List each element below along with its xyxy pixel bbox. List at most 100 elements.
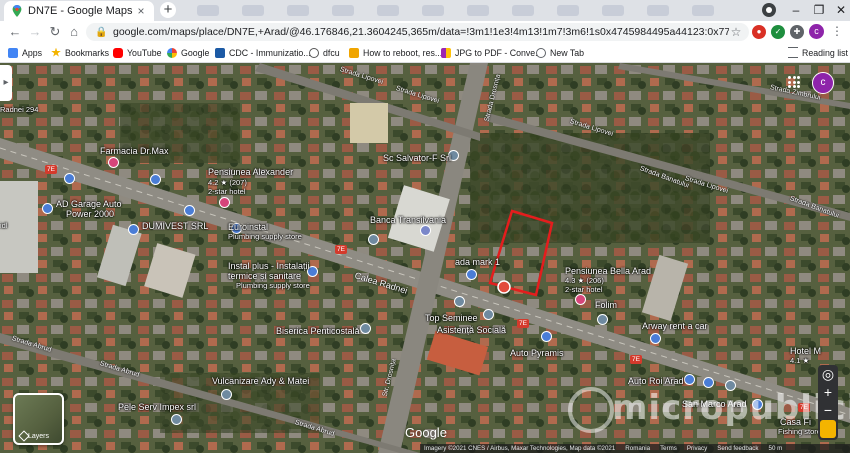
pegman-icon[interactable] [820, 420, 836, 438]
bookmark-jpg-to-pdf[interactable]: JPG to PDF - Conve... [441, 46, 543, 59]
place-pin-icon[interactable] [150, 174, 161, 185]
layers-button[interactable]: Layers [13, 393, 64, 445]
place-pin-icon[interactable] [42, 203, 53, 214]
place-label[interactable]: DUMIVEST SRL [142, 221, 208, 231]
privacy-link[interactable]: Privacy [687, 444, 707, 453]
browser-menu-icon[interactable]: ⋮ [831, 24, 843, 39]
place-pin-icon[interactable] [64, 173, 75, 184]
tab-favicon[interactable] [557, 5, 579, 16]
place-label[interactable]: Radnei 294 [0, 105, 38, 114]
bookmark-youtube[interactable]: YouTube [113, 46, 162, 59]
country-link[interactable]: Romania [625, 444, 650, 453]
place-pin-icon[interactable] [171, 414, 182, 425]
imagery-attribution: Imagery ©2021 CNES / Airbus, Maxar Techn… [424, 445, 616, 452]
place-label[interactable]: Euroinstal [228, 222, 268, 232]
zoom-in-button[interactable]: + [818, 383, 838, 401]
extension-check-icon[interactable]: ✓ [771, 25, 785, 39]
place-pin-icon[interactable] [650, 333, 661, 344]
place-pin-icon[interactable] [221, 389, 232, 400]
tab-favicon[interactable] [287, 5, 309, 16]
tab-favicon[interactable] [332, 5, 354, 16]
place-label[interactable]: Farmacia Dr.Max [100, 146, 169, 156]
tab-favicon[interactable] [647, 5, 669, 16]
place-pin-icon[interactable] [541, 331, 552, 342]
place-pin-icon[interactable] [184, 205, 195, 216]
place-label[interactable]: Biserica Penticostală [276, 326, 360, 336]
url-text[interactable]: google.com/maps/place/DN7E,+Arad/@46.176… [113, 26, 729, 38]
bookmark-label: How to reboot, res... [363, 47, 443, 58]
bookmark-bookmarks[interactable]: Bookmarks [51, 46, 109, 59]
place-label[interactable]: Pensiunea Alexander [208, 167, 293, 177]
place-label[interactable]: Asistență Socială [437, 325, 506, 335]
address-bar[interactable]: 🔒 google.com/maps/place/DN7E,+Arad/@46.1… [86, 23, 749, 41]
hotel-pin-icon[interactable] [219, 197, 230, 208]
bookmark-google[interactable]: Google [167, 46, 209, 59]
place-label[interactable]: Instal plus - Instalații [228, 261, 310, 271]
tab-favicon[interactable] [692, 5, 714, 16]
church-pin-icon[interactable] [360, 323, 371, 334]
hotel-pin-icon[interactable] [575, 294, 586, 305]
bookmark-cdc[interactable]: CDC - Immunizatio... [215, 46, 311, 59]
forward-arrow-icon[interactable]: → [27, 24, 43, 40]
terms-link[interactable]: Terms [660, 444, 677, 453]
place-label[interactable]: AD Garage Auto [56, 199, 122, 209]
tab-favicon[interactable] [602, 5, 624, 16]
tab-favicon[interactable] [422, 5, 444, 16]
tab-google-maps[interactable]: DN7E - Google Maps × [4, 1, 154, 21]
place-label[interactable]: Pensiunea Bella Arad [565, 266, 651, 276]
place-label[interactable]: Arway rent a car [642, 321, 708, 331]
extension-record-icon[interactable]: ● [752, 25, 766, 39]
bookmark-how-to-reboot[interactable]: How to reboot, res... [349, 46, 442, 59]
place-label[interactable]: Auto Roi Arad [628, 376, 684, 386]
place-label[interactable]: idl [0, 221, 8, 230]
place-pin-icon[interactable] [483, 309, 494, 320]
place-pin-icon[interactable] [454, 296, 465, 307]
map-account-avatar[interactable]: c [812, 72, 834, 94]
place-pin-icon[interactable] [466, 269, 477, 280]
media-control-icon[interactable] [762, 3, 776, 17]
place-label[interactable]: Auto Pyramis [510, 348, 564, 358]
profile-avatar[interactable]: c [809, 24, 824, 39]
tab-favicon[interactable] [467, 5, 489, 16]
bookmark-apps[interactable]: Apps [8, 46, 42, 59]
google-apps-icon[interactable] [788, 76, 800, 88]
extensions-puzzle-icon[interactable]: ✚ [790, 25, 804, 39]
reading-list-button[interactable]: Reading list [788, 46, 848, 59]
bank-pin-icon[interactable] [368, 234, 379, 245]
zoom-out-button[interactable]: − [818, 401, 838, 419]
bookmark-new-tab[interactable]: New Tab [536, 46, 584, 59]
place-label[interactable]: Vulcanizare Ady & Matei [212, 376, 309, 386]
pharmacy-pin-icon[interactable] [108, 157, 119, 168]
place-pin-icon[interactable] [597, 314, 608, 325]
place-label[interactable]: Banca Transilvania [370, 215, 446, 225]
tab-favicon[interactable] [377, 5, 399, 16]
watermark: micropublicitate [612, 388, 850, 428]
place-label[interactable]: Hotel M [790, 346, 821, 356]
close-window-icon[interactable]: ✕ [828, 0, 850, 21]
tab-close-icon[interactable]: × [134, 4, 148, 18]
reload-icon[interactable]: ↻ [47, 24, 63, 40]
bookmark-dfcu[interactable]: dfcu [309, 46, 340, 59]
home-icon[interactable]: ⌂ [66, 24, 82, 40]
place-label[interactable]: ada mark 1 [455, 257, 500, 267]
place-pin-icon[interactable] [684, 374, 695, 385]
place-label[interactable]: Folim [595, 300, 617, 310]
place-pin-icon[interactable] [128, 224, 139, 235]
compass-icon[interactable]: ◎ [818, 365, 838, 383]
lock-icon[interactable]: 🔒 [95, 27, 107, 38]
back-arrow-icon[interactable]: ← [7, 24, 23, 40]
satellite-map[interactable]: ▸ Strada Lipovei Strada Lipovei Strada L… [0, 63, 850, 453]
bookmark-star-icon[interactable]: ☆ [729, 25, 743, 39]
place-label[interactable]: Top Seminee [425, 313, 478, 323]
place-pin-icon[interactable] [703, 377, 714, 388]
tab-favicon[interactable] [512, 5, 534, 16]
new-tab-button[interactable]: + [160, 2, 176, 18]
place-pin-icon[interactable] [420, 225, 431, 236]
scale-bar[interactable]: 50 m [769, 444, 783, 453]
place-label[interactable]: Sc Salvator-F Srl [383, 153, 451, 163]
collapse-panel-button[interactable]: ▸ [0, 65, 12, 101]
tab-favicon[interactable] [242, 5, 264, 16]
tab-favicon[interactable] [197, 5, 219, 16]
place-label[interactable]: Pele Serv Impex srl [118, 402, 196, 412]
send-feedback-link[interactable]: Send feedback [717, 444, 758, 453]
